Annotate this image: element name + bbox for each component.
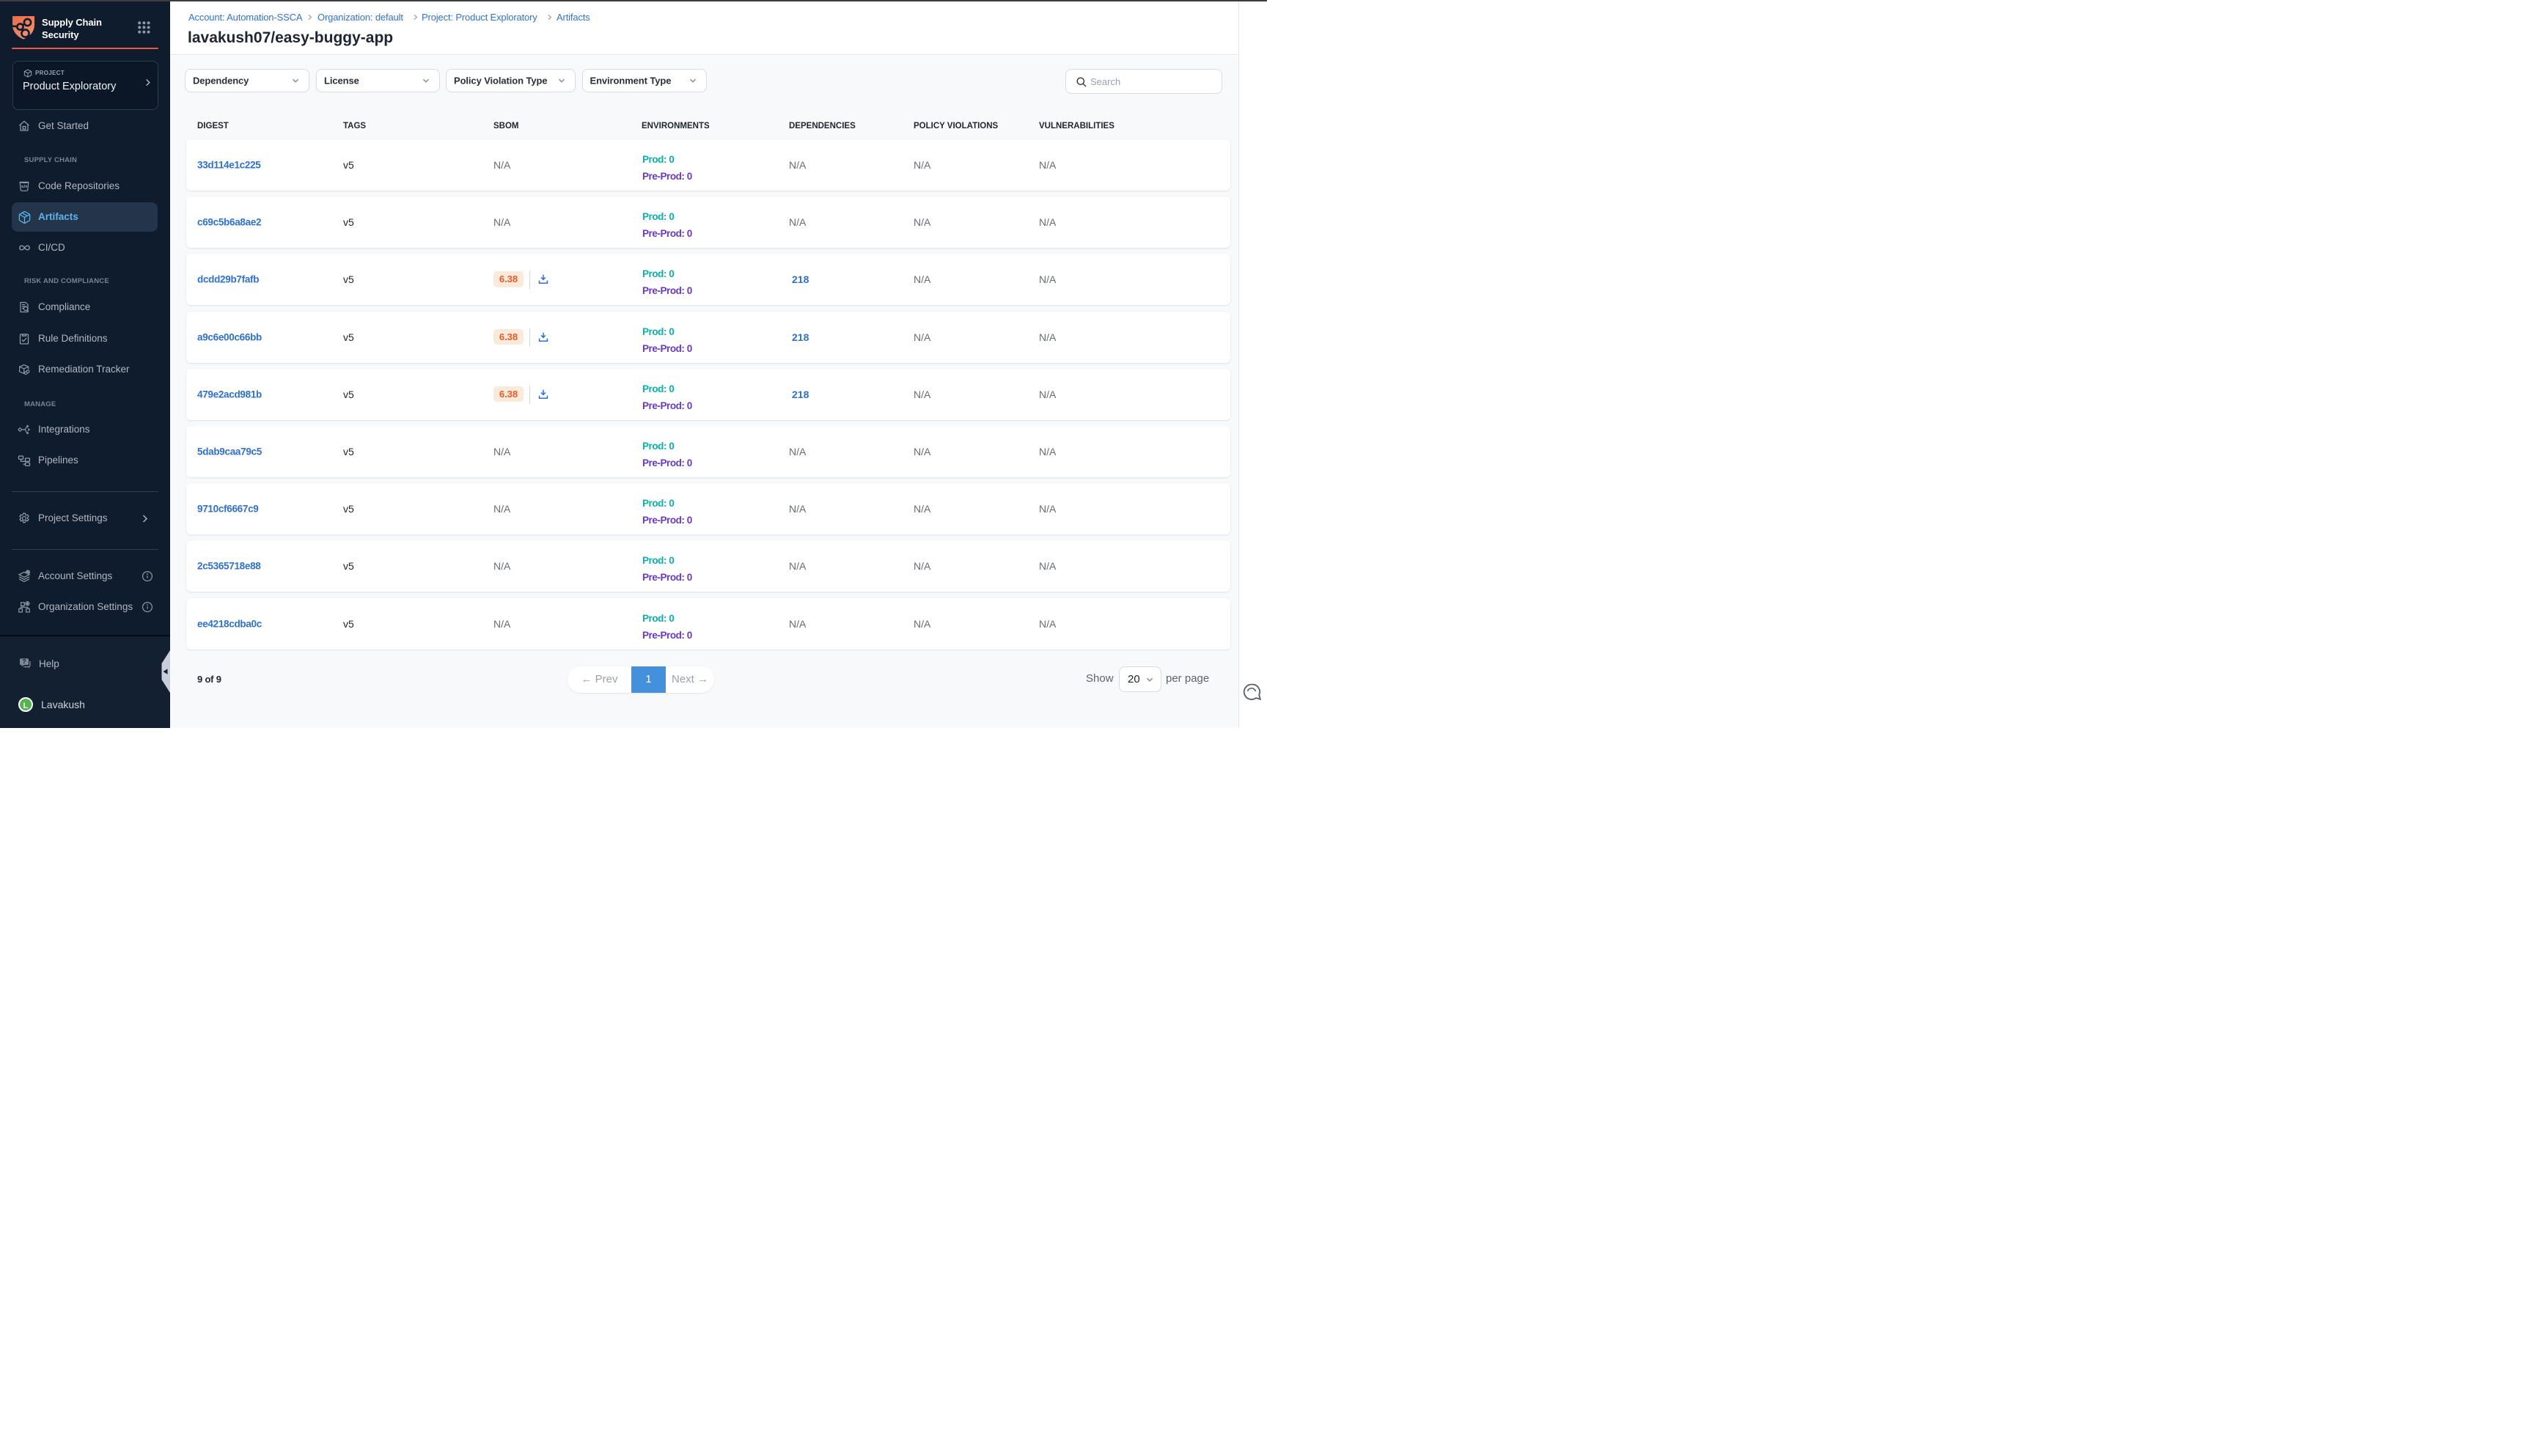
svg-text:?: ? [22,658,26,665]
